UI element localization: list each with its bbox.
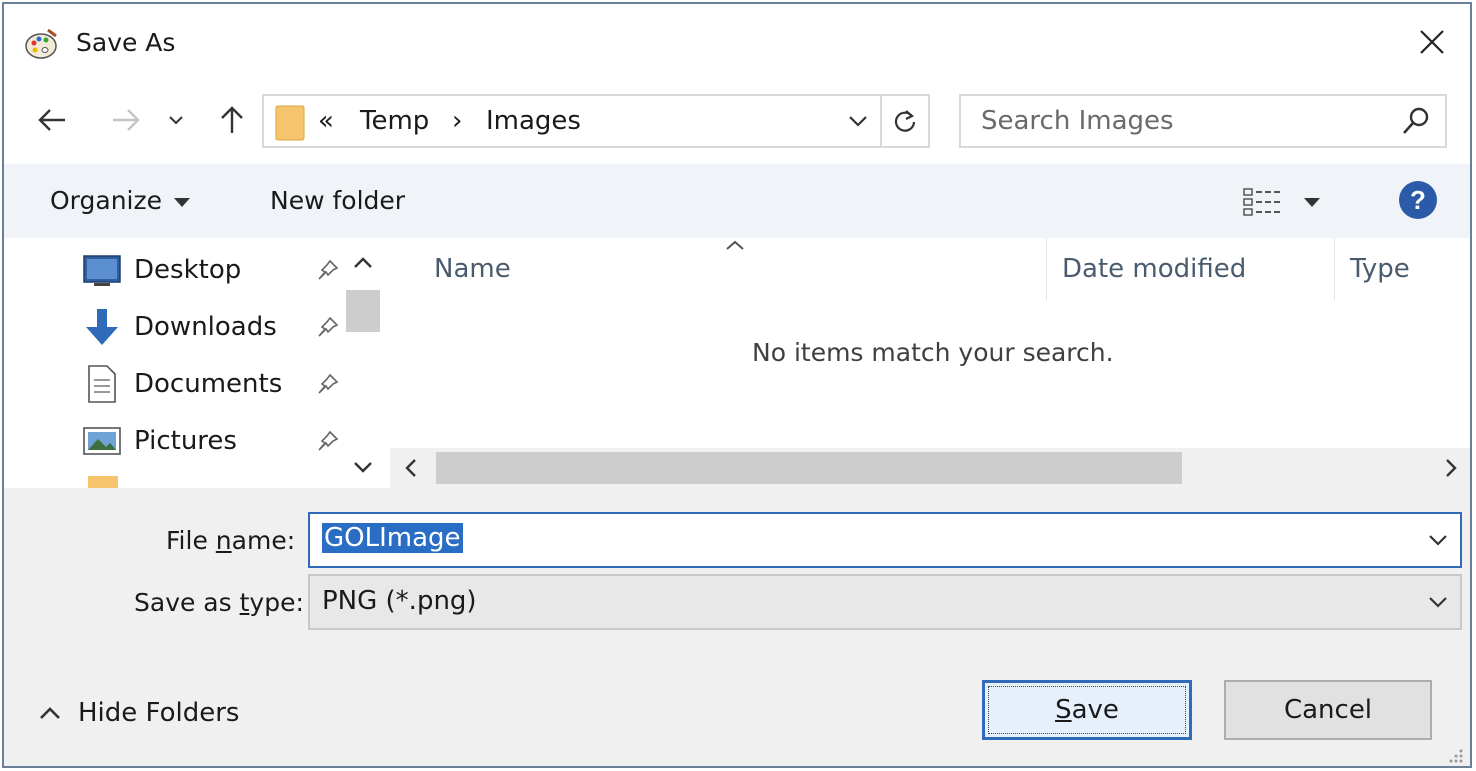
sort-ascending-icon [726,240,744,250]
column-header-date-modified[interactable]: Date modified [1062,254,1246,284]
breadcrumb-overflow[interactable]: « [318,106,334,136]
forward-button[interactable] [108,100,144,140]
chevron-down-icon [1429,597,1447,608]
close-button[interactable] [1412,22,1452,62]
svg-text:?: ? [1410,185,1426,215]
details-view-icon [1243,188,1280,216]
scroll-up-icon[interactable] [352,252,374,274]
sidebar-item-desktop[interactable]: Desktop [80,242,348,298]
recent-locations-button[interactable] [164,100,188,140]
column-divider[interactable] [1334,238,1335,300]
address-dropdown-button[interactable] [836,96,880,146]
pin-icon[interactable] [316,315,340,339]
dropdown-arrow-icon [1304,197,1320,207]
file-list: Name Date modified Type No items match y… [388,238,1470,488]
sidebar-item-downloads[interactable]: Downloads [80,299,348,355]
scroll-left-icon[interactable] [400,457,422,479]
pin-icon[interactable] [316,372,340,396]
title-bar: Save As [4,4,1470,84]
breadcrumb-images[interactable]: Images [486,106,581,136]
change-view-button[interactable] [1242,182,1336,222]
close-icon [1420,30,1444,54]
chevron-down-icon [849,116,867,127]
scroll-right-icon[interactable] [1440,457,1462,479]
up-button[interactable] [214,100,250,140]
folder-icon [88,476,118,488]
organize-label: Organize [50,186,162,215]
sidebar-item-label: Downloads [134,312,277,342]
address-bar[interactable]: « Temp › Images [262,94,930,148]
scrollbar-thumb[interactable] [346,290,380,332]
column-header-type[interactable]: Type [1350,254,1410,284]
command-bar: Organize New folder [4,164,1470,238]
save-form: File name: GOLImage Save as type: PNG (*… [4,488,1470,766]
search-icon[interactable] [1399,104,1433,138]
window-title: Save As [76,28,176,57]
save-button[interactable]: Save [982,680,1192,740]
hide-folders-button[interactable]: Hide Folders [38,698,239,728]
scroll-down-icon[interactable] [352,456,374,478]
focus-rectangle [988,686,1186,734]
help-icon: ? [1399,181,1437,219]
resize-grip-icon[interactable] [1446,746,1464,764]
scrollbar-thumb[interactable] [436,452,1182,484]
document-icon [88,365,116,403]
download-arrow-icon [86,309,118,345]
arrow-up-icon [221,106,243,133]
refresh-icon [894,110,916,132]
file-name-input[interactable]: GOLImage [322,523,463,553]
dropdown-arrow-icon [174,197,190,207]
arrow-right-icon [113,109,140,131]
column-header-name[interactable]: Name [434,254,511,284]
save-as-dialog: Save As « Temp › Images Search Images Or… [2,2,1472,768]
back-button[interactable] [34,100,70,140]
desktop-icon [83,255,121,286]
navigation-pane: Desktop Downloads Documents Pictures [4,238,384,488]
sidebar-item-label: Desktop [134,255,242,285]
file-list-horizontal-scrollbar[interactable] [390,448,1470,488]
file-name-field[interactable]: GOLImage [308,512,1462,568]
sidebar-item-pictures[interactable]: Pictures [80,413,348,469]
file-name-label: File name: [166,526,296,555]
empty-message: No items match your search. [752,338,1114,367]
save-as-type-select[interactable]: PNG (*.png) [308,574,1462,630]
breadcrumb-temp[interactable]: Temp [360,106,429,136]
refresh-button[interactable] [880,96,928,146]
pin-icon[interactable] [316,258,340,282]
hide-folders-label: Hide Folders [78,698,240,728]
sidebar-item-label: Pictures [134,426,237,456]
organize-menu[interactable]: Organize [50,186,190,215]
column-divider[interactable] [1046,238,1047,300]
navigation-bar: « Temp › Images [4,84,1470,164]
arrow-left-icon [38,109,65,131]
chevron-down-icon[interactable] [1424,526,1452,554]
save-as-type-label: Save as type: [134,588,304,617]
picture-icon [83,427,121,455]
search-box[interactable] [959,94,1447,148]
sidebar-item-label: Documents [134,369,283,399]
breadcrumb-separator[interactable]: › [452,106,462,136]
help-button[interactable]: ? [1398,180,1438,224]
cancel-button[interactable]: Cancel [1224,680,1432,740]
folder-icon [275,105,305,141]
navigation-pane-scrollbar[interactable] [344,238,382,488]
pin-icon[interactable] [316,429,340,453]
new-folder-button[interactable]: New folder [270,186,405,215]
sidebar-item-documents[interactable]: Documents [80,356,348,412]
paint-palette-icon [25,28,57,59]
chevron-down-icon [169,116,183,125]
chevron-up-icon [40,707,60,719]
search-input[interactable] [961,96,1381,146]
save-as-type-value: PNG (*.png) [322,586,477,616]
